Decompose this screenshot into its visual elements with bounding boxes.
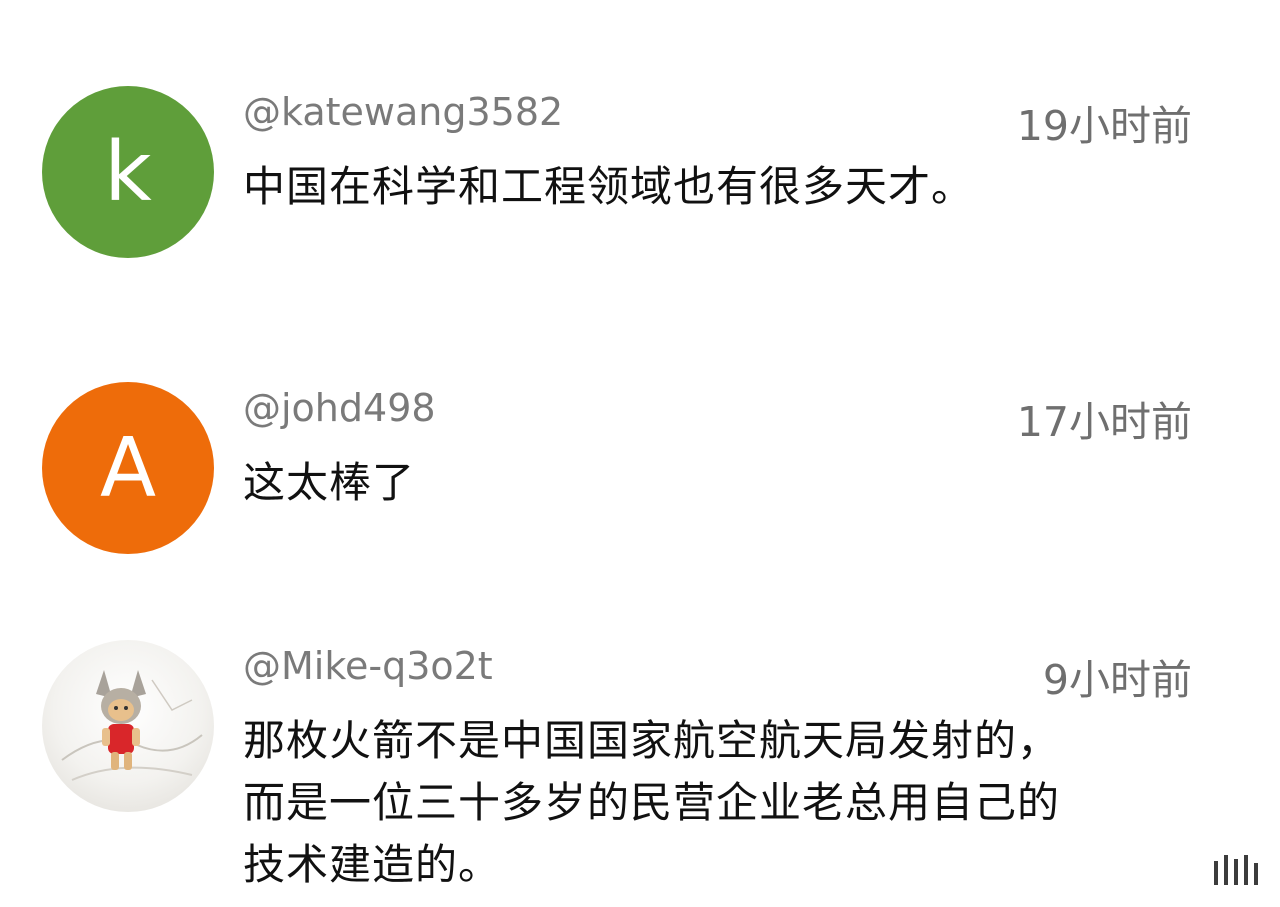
comment-text: 这太棒了 [243,458,416,507]
comment-username[interactable]: @Mike-q3o2t [243,644,493,688]
comment-username[interactable]: @katewang3582 [243,90,563,134]
avatar-letter: k [104,124,152,220]
avatar-letter: A [99,420,157,516]
cartoon-character-icon [61,670,203,781]
watermark-icon [1214,855,1258,885]
comment-timestamp: 19小时前 [1016,102,1192,150]
comment-text: 那枚火箭不是中国国家航空航天局发射的， 而是一位三十多岁的民营企业老总用自己的 … [243,710,1203,896]
avatar[interactable]: A [42,382,214,554]
comment-timestamp: 17小时前 [1016,398,1192,446]
comment-text-line: 那枚火箭不是中国国家航空航天局发射的， [243,716,1061,765]
comment-timestamp: 9小时前 [1042,656,1192,704]
avatar[interactable] [42,640,214,812]
comment-username[interactable]: @johd498 [243,386,436,430]
avatar[interactable]: k [42,86,214,258]
comment-text: 中国在科学和工程领域也有很多天才。 [243,162,975,211]
comment-text-line: 而是一位三十多岁的民营企业老总用自己的 [243,778,1061,827]
comment-text-line: 技术建造的。 [243,840,502,889]
